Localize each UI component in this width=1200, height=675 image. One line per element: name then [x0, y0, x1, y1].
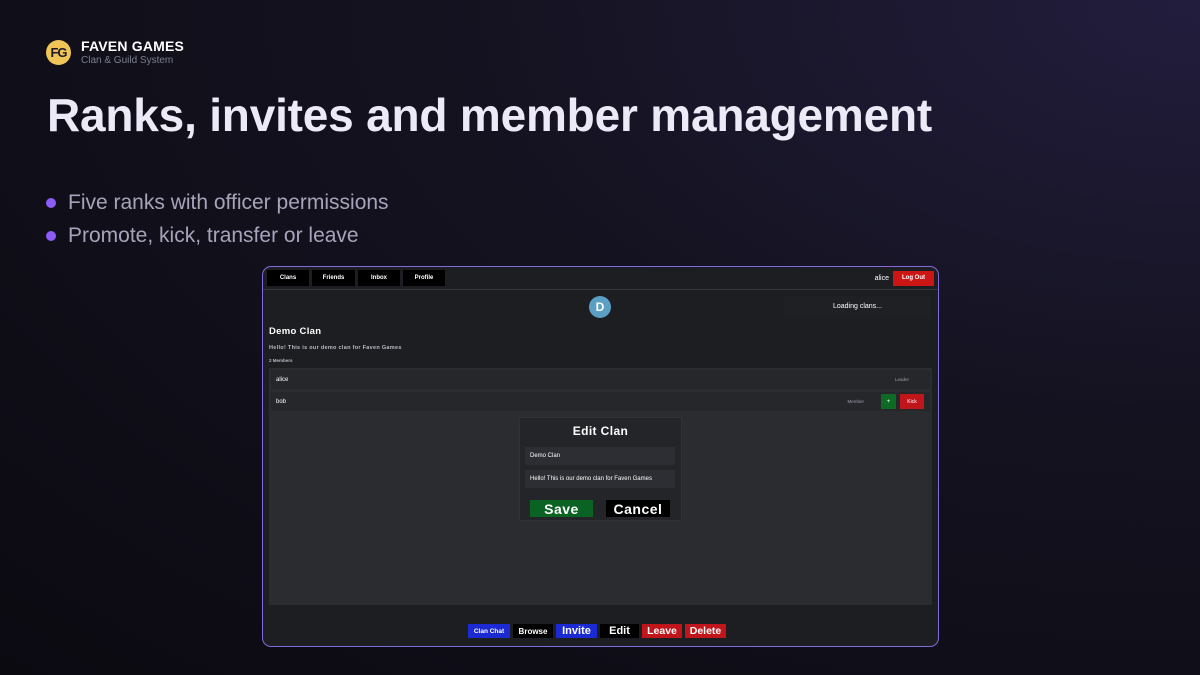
- nav-clans-button[interactable]: Clans: [267, 270, 309, 286]
- edit-clan-modal: Edit Clan Demo Clan Hello! This is our d…: [519, 417, 682, 521]
- brand-name: FAVEN GAMES: [81, 38, 185, 54]
- nav-friends-button[interactable]: Friends: [312, 270, 355, 286]
- save-button[interactable]: Save: [530, 500, 593, 517]
- member-name: alice: [276, 376, 289, 383]
- leave-button[interactable]: Leave: [642, 624, 682, 638]
- clan-name: Demo Clan: [269, 326, 322, 337]
- feature-list: Five ranks with officer permissions Prom…: [46, 186, 389, 252]
- top-nav: Clans Friends Inbox Profile alice Log Ou…: [263, 267, 938, 290]
- feature-text: Promote, kick, transfer or leave: [68, 223, 359, 247]
- modal-title: Edit Clan: [572, 424, 629, 438]
- brand-subtitle: Clan & Guild System: [81, 55, 174, 66]
- brand-logo: FG: [46, 39, 71, 65]
- page-title: Ranks, invites and member management: [47, 89, 932, 141]
- clan-name-input[interactable]: Demo Clan: [525, 447, 675, 465]
- bullet-dot-icon: [46, 230, 56, 241]
- member-rank: Member: [847, 399, 864, 404]
- member-count: 2 Members: [269, 358, 293, 363]
- promote-button[interactable]: +: [881, 394, 896, 409]
- delete-button[interactable]: Delete: [685, 624, 726, 638]
- feature-text: Five ranks with officer permissions: [68, 190, 389, 214]
- cancel-button[interactable]: Cancel: [606, 500, 670, 517]
- kick-button[interactable]: Kick: [900, 394, 924, 409]
- bullet-dot-icon: [46, 197, 56, 208]
- invite-button[interactable]: Invite: [556, 624, 597, 638]
- edit-button[interactable]: Edit: [600, 624, 639, 638]
- browse-button[interactable]: Browse: [513, 624, 553, 638]
- clan-description-input[interactable]: Hello! This is our demo clan for Faven G…: [525, 470, 675, 488]
- feature-item: Promote, kick, transfer or leave: [46, 219, 389, 252]
- clan-avatar: D: [589, 296, 611, 318]
- brand: FG FAVEN GAMES Clan & Guild System: [46, 38, 184, 66]
- member-row: alice Leader: [271, 370, 930, 389]
- nav-inbox-button[interactable]: Inbox: [358, 270, 400, 286]
- brand-text: FAVEN GAMES Clan & Guild System: [81, 38, 184, 66]
- username: alice: [874, 274, 889, 282]
- clan-description: Hello! This is our demo clan for Faven G…: [269, 345, 402, 351]
- nav-profile-button[interactable]: Profile: [403, 270, 445, 286]
- user-area: alice Log Out: [874, 270, 934, 286]
- logout-button[interactable]: Log Out: [893, 270, 934, 286]
- member-name: bob: [276, 398, 287, 405]
- member-row: bob Member + Kick: [271, 392, 930, 411]
- clan-actions: Clan Chat Browse Invite Edit Leave Delet…: [468, 623, 726, 639]
- member-rank: Leader: [894, 377, 909, 382]
- clan-list-loading: Loading clans...: [784, 296, 931, 317]
- clan-chat-button[interactable]: Clan Chat: [468, 624, 510, 638]
- feature-item: Five ranks with officer permissions: [46, 186, 389, 219]
- app-window: Clans Friends Inbox Profile alice Log Ou…: [262, 266, 939, 647]
